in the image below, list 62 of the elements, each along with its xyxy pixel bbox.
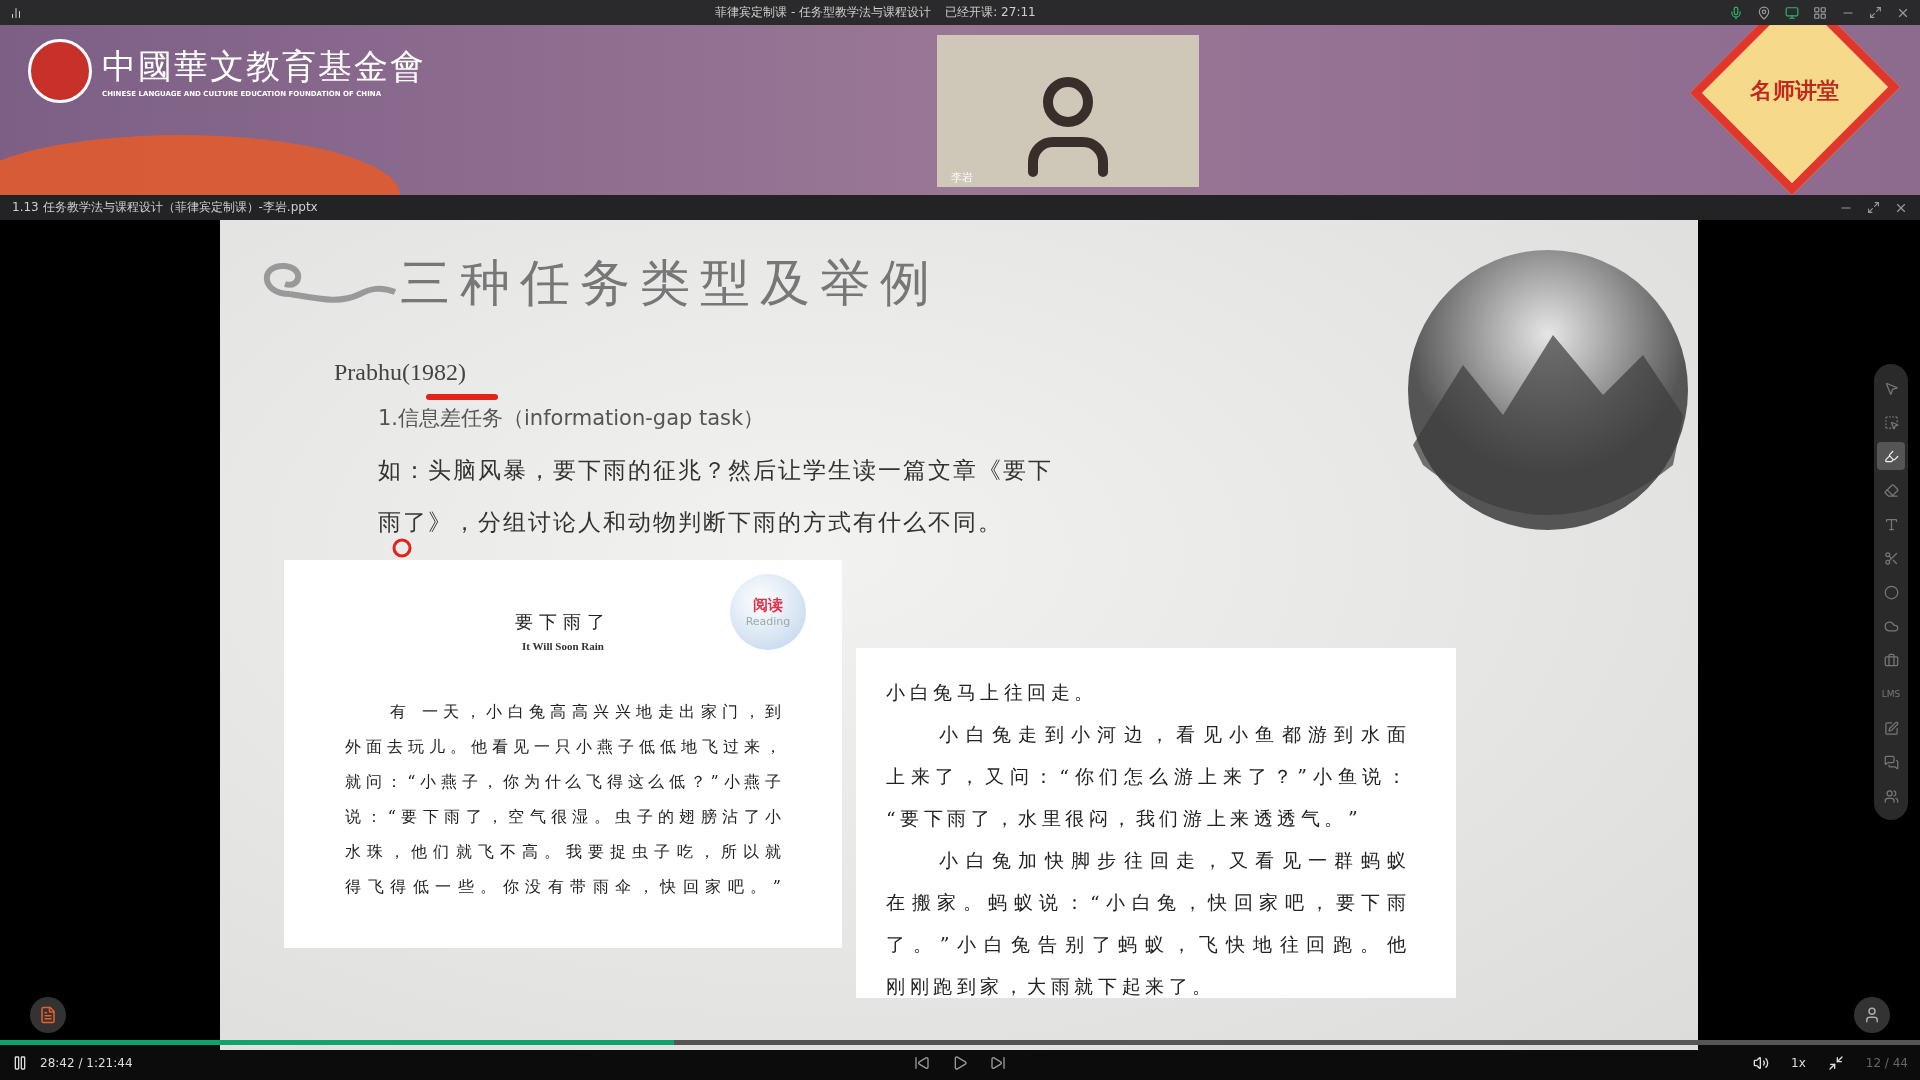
eraser-icon — [1883, 482, 1899, 498]
text-line: 小白兔走到小河边，看见小鱼都游到水面 — [938, 722, 1406, 747]
badge-sublabel: Reading — [745, 615, 791, 628]
screen-icon[interactable] — [1785, 5, 1799, 20]
page-number: 12 / 44 — [1865, 1055, 1908, 1070]
text-line: 上来了，又问：“你们怎么游上来了？”小鱼说： — [886, 764, 1406, 789]
author-citation: Prabhu(1982) — [334, 359, 467, 386]
tool-button[interactable] — [1877, 442, 1905, 470]
file-name: 1.13 任务教学法与课程设计（菲律宾定制课）-李岩.pptx — [12, 199, 318, 216]
slides-icon[interactable] — [30, 997, 66, 1033]
circle-icon — [1883, 584, 1899, 600]
text-line: 小白兔马上往回走。 — [886, 680, 1100, 705]
play-icon[interactable] — [952, 1054, 968, 1071]
pointer-icon — [1883, 380, 1899, 396]
pin-icon[interactable] — [1757, 5, 1771, 20]
example-text: 雨了》，分组讨论人和动物判断下雨的方式有什么不同。 — [378, 508, 1003, 537]
text-line: 刚刚跑到家，大雨就下起来了。 — [886, 974, 1217, 999]
text-line: 了。”小白兔告别了蚂蚁，飞快地往回跑。他 — [886, 932, 1406, 957]
chat-icon — [1883, 754, 1899, 770]
speaker-name: 李岩 — [951, 170, 973, 185]
text-line: 得飞得低一些。你没有带雨伞，快回家吧。” — [345, 877, 781, 898]
text-line: 小白兔加快脚步往回走，又看见一群蚂蚁 — [938, 848, 1406, 873]
elapsed-time: 已经开课: 27:11 — [945, 4, 1036, 21]
exit-fullscreen-icon[interactable] — [1827, 1054, 1844, 1071]
maximize-icon[interactable] — [1867, 201, 1880, 214]
speed-button[interactable]: 1x — [1791, 1055, 1806, 1070]
briefcase-icon — [1883, 652, 1899, 668]
pause-button[interactable] — [12, 1054, 28, 1071]
underline-mark — [426, 394, 498, 400]
next-icon[interactable] — [990, 1054, 1006, 1071]
example-text: 如：头脑风暴，要下雨的征兆？然后让学生读一篇文章《要下 — [378, 456, 1053, 485]
text-line: “要下雨了，水里很闷，我们游上来透透气。” — [886, 806, 1364, 831]
previous-icon[interactable] — [914, 1054, 930, 1071]
selection-icon — [1883, 414, 1899, 430]
story-subtitle: It Will Soon Rain — [522, 640, 604, 652]
text-line: 外面去玩儿。他看见一只小燕子低低地飞过来， — [345, 737, 781, 758]
slide-title: 三种任务类型及举例 — [400, 253, 940, 314]
signal-icon — [10, 6, 22, 19]
story-title: 要下雨了 — [515, 610, 611, 634]
list-item: 1.信息差任务（information-gap task） — [378, 405, 766, 432]
users-icon — [1883, 788, 1899, 804]
highlighter-icon — [1883, 448, 1899, 464]
laser-pointer-icon — [392, 538, 412, 558]
text-line: 有 一天，小白兔高高兴兴地走出家门，到 — [388, 702, 781, 723]
grid-icon[interactable] — [1813, 5, 1827, 20]
text-icon — [1883, 516, 1899, 532]
badge-label: 阅读 — [753, 596, 783, 615]
badge-text: 名师讲堂 — [1750, 75, 1840, 105]
microphone-icon[interactable] — [1729, 5, 1743, 20]
volume-icon[interactable] — [1753, 1054, 1770, 1071]
maximize-icon[interactable] — [1869, 6, 1882, 19]
text-line: 就问：“小燕子，你为什么飞得这么低？”小燕子 — [345, 772, 781, 793]
text-line: 说：“要下雨了，空气很湿。虫子的翅膀沾了小 — [345, 807, 781, 828]
playback-time: 28:42 / 1:21:44 — [40, 1055, 133, 1070]
text-line: 水珠，他们就飞不高。我要捉虫子吃，所以就 — [345, 842, 781, 863]
edit-icon — [1883, 720, 1899, 736]
logo-name: 中國華文教育基金會 — [102, 45, 426, 88]
meeting-title: 菲律宾定制课 - 任务型教学法与课程设计 — [715, 4, 932, 21]
text-line: 在搬家。蚂蚁说：“小白兔，快回家吧，要下雨 — [886, 890, 1406, 915]
cloud-icon — [1883, 618, 1899, 634]
scissors-icon — [1883, 550, 1899, 566]
person-icon[interactable] — [1854, 997, 1890, 1033]
